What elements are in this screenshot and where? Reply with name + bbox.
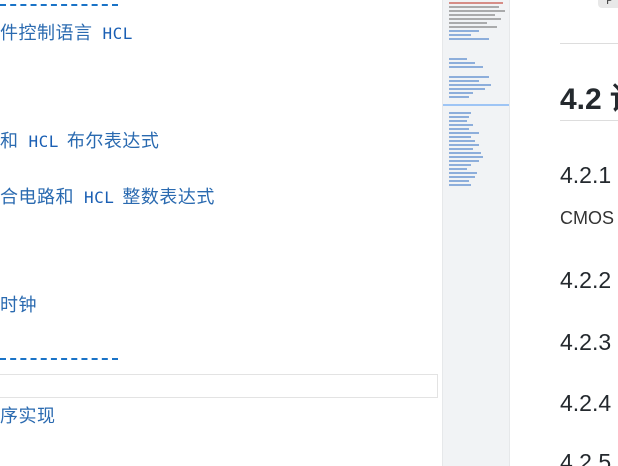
toc-item-sequential-impl-text: 序实现 bbox=[0, 406, 56, 427]
subsection-heading-4: 4.2.4 bbox=[560, 390, 612, 416]
toc-item-hcl-integer-suffix: 整数表达式 bbox=[122, 187, 215, 208]
toc-item-hcl[interactable]: 件控制语言 HCL bbox=[0, 19, 133, 45]
subsection-heading-5: 4.2.5 bbox=[560, 449, 612, 466]
toc-item-sequential-impl[interactable]: 序实现 bbox=[0, 402, 56, 428]
toc-top-divider bbox=[0, 4, 118, 6]
toc-item-hcl-integer-prefix: 合电路和 bbox=[0, 187, 74, 208]
toc-pane: 件控制语言 HCL 和 HCL 布尔表达式 合电路和 HCL 整数表达式 时钟 序实现 bbox=[0, 0, 440, 466]
heading-underline bbox=[560, 120, 618, 121]
toc-highlight-row[interactable] bbox=[0, 374, 438, 398]
toc-bottom-divider bbox=[0, 358, 118, 360]
minimap-viewport-marker[interactable] bbox=[443, 104, 509, 106]
minimap-block-list-b bbox=[449, 112, 505, 188]
section-heading: 4.2 设 bbox=[560, 83, 618, 116]
subsection-heading-3: 4.2.3 bbox=[560, 329, 612, 355]
minimap-block-links bbox=[449, 58, 505, 70]
minimap-block-top bbox=[449, 2, 505, 42]
toc-item-hcl-boolean-code: HCL bbox=[28, 132, 59, 151]
paragraph-text: CMOS bbox=[560, 208, 614, 228]
toc-item-clock-text: 时钟 bbox=[0, 295, 37, 316]
badge: P bbox=[598, 0, 618, 8]
content-pane: P 4.2 设 4.2.1 组 CMOS 4.2.2 4.2.3 4.2.4 4… bbox=[510, 0, 618, 466]
toc-item-hcl-code: HCL bbox=[102, 24, 133, 43]
subsection-heading-1: 4.2.1 组 bbox=[560, 162, 618, 188]
toc-item-hcl-boolean[interactable]: 和 HCL 布尔表达式 bbox=[0, 127, 159, 153]
minimap[interactable] bbox=[442, 0, 510, 466]
toc-item-hcl-text: 件控制语言 bbox=[0, 23, 93, 44]
section-divider bbox=[560, 43, 618, 44]
toc-item-hcl-boolean-suffix: 布尔表达式 bbox=[66, 131, 160, 152]
toc-item-clock[interactable]: 时钟 bbox=[0, 291, 37, 317]
toc-item-hcl-boolean-prefix: 和 bbox=[0, 131, 19, 152]
toc-item-hcl-integer[interactable]: 合电路和 HCL 整数表达式 bbox=[0, 183, 215, 209]
toc-item-hcl-integer-code: HCL bbox=[84, 188, 115, 207]
minimap-block-list-a bbox=[449, 76, 505, 100]
subsection-heading-2: 4.2.2 bbox=[560, 267, 612, 293]
